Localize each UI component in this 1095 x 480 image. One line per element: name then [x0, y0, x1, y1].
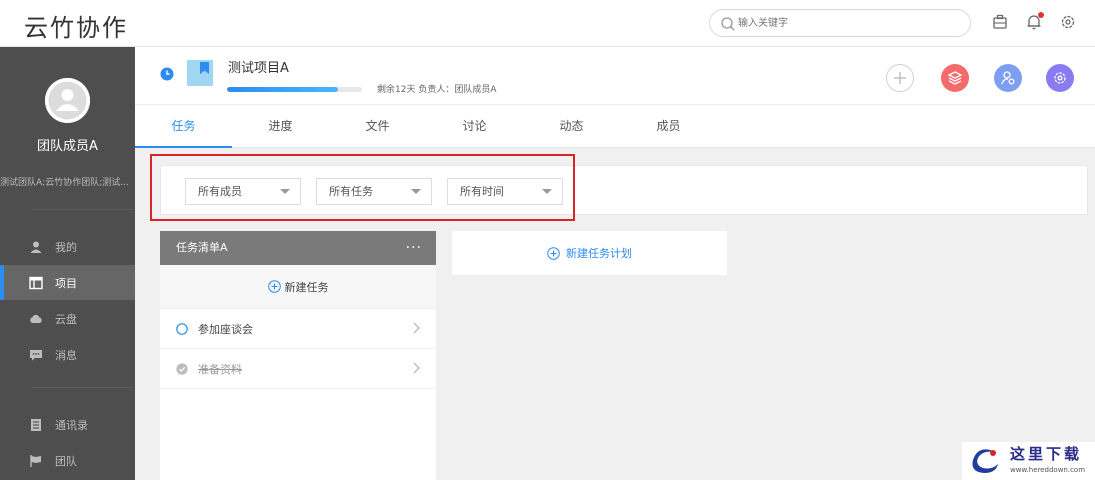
sidebar-item-mine[interactable]: 我的: [0, 229, 135, 264]
sidebar-item-cloud[interactable]: 云盘: [0, 301, 135, 336]
project-thumbnail: [187, 60, 213, 86]
project-progress-fill: [227, 87, 338, 92]
tab-activity[interactable]: 动态: [523, 105, 620, 148]
app-brand: 云竹协作: [24, 14, 128, 42]
project-icon: [29, 276, 43, 289]
sidebar-item-label: 团队: [55, 454, 77, 468]
project-tabs: 任务 进度 文件 讨论 动态 成员: [135, 104, 1095, 148]
watermark-url: www.hereddown.com: [1010, 466, 1086, 474]
tab-discussion[interactable]: 讨论: [426, 105, 523, 148]
tab-tasks[interactable]: 任务: [135, 105, 232, 148]
tab-members[interactable]: 成员: [620, 105, 717, 148]
new-task-button[interactable]: 新建任务: [160, 265, 436, 309]
sidebar-item-label: 通讯录: [55, 418, 88, 432]
tab-files[interactable]: 文件: [329, 105, 426, 148]
message-icon: [30, 349, 42, 360]
sidebar-divider: [32, 387, 132, 388]
user-avatar-icon: [45, 78, 90, 123]
sidebar-item-contacts[interactable]: 通讯录: [0, 407, 135, 442]
sidebar-item-label: 项目: [55, 276, 77, 290]
gear-icon[interactable]: [1057, 11, 1079, 33]
layers-icon: [947, 71, 963, 85]
user-gear-icon: [1001, 71, 1015, 85]
swirl-logo-icon: [972, 449, 998, 473]
watermark-text: 这里下载: [1010, 445, 1083, 463]
sidebar-item-label: 消息: [55, 348, 77, 362]
new-task-plan-label: 新建任务计划: [566, 247, 632, 260]
task-list-header: 任务清单A ···: [160, 231, 436, 265]
plus-circle-icon: [267, 280, 281, 293]
task-list-column: 任务清单A ··· 新建任务 参加座谈会 准备资料: [160, 231, 436, 480]
plus-icon: [894, 72, 906, 84]
bell-icon[interactable]: [1023, 11, 1045, 33]
contacts-icon: [31, 418, 41, 431]
chevron-right-icon: [413, 322, 420, 334]
add-button[interactable]: [886, 64, 914, 92]
annotation-highlight-box: [150, 154, 575, 221]
task-label: 参加座谈会: [198, 322, 253, 336]
plus-circle-icon: [547, 246, 560, 260]
project-title[interactable]: 测试项目A: [228, 57, 289, 76]
checked-icon[interactable]: [176, 362, 188, 375]
watermark-logo: 这里下载 www.hereddown.com: [962, 442, 1095, 480]
flag-icon: [30, 454, 41, 467]
user-icon: [30, 241, 42, 253]
project-settings-button[interactable]: [1046, 64, 1074, 92]
bookmark-icon: [200, 62, 209, 74]
sidebar-item-label: 我的: [55, 240, 77, 254]
search-icon: [721, 17, 735, 31]
search-input[interactable]: [738, 14, 958, 32]
search-box[interactable]: [709, 9, 971, 37]
user-teams: 测试团队A;云竹协作团队;测试...: [0, 178, 129, 188]
more-menu-icon[interactable]: ···: [406, 231, 422, 265]
sidebar-item-label: 云盘: [55, 312, 77, 326]
sidebar-item-team[interactable]: 团队: [0, 443, 135, 478]
sidebar-item-project[interactable]: 项目: [0, 265, 135, 300]
layers-button[interactable]: [941, 64, 969, 92]
new-task-plan-button[interactable]: 新建任务计划: [452, 231, 727, 275]
checkbox-icon[interactable]: [176, 322, 188, 335]
avatar[interactable]: [45, 78, 90, 123]
settings-icon: [1054, 72, 1066, 84]
notification-dot: [1038, 12, 1044, 18]
sidebar-item-message[interactable]: 消息: [0, 337, 135, 372]
user-name: 团队成员A: [37, 139, 98, 154]
task-label: 准备资料: [198, 362, 242, 376]
project-meta: 剩余12天 负责人：团队成员A: [377, 85, 497, 95]
cloud-icon: [30, 314, 42, 323]
task-row[interactable]: 准备资料: [160, 349, 436, 389]
top-bar: 云竹协作: [0, 0, 1095, 47]
sidebar-divider: [32, 209, 132, 210]
task-row[interactable]: 参加座谈会: [160, 309, 436, 349]
member-settings-button[interactable]: [994, 64, 1022, 92]
briefcase-icon[interactable]: [989, 11, 1011, 33]
project-progress-bar: [227, 87, 362, 92]
new-task-label: 新建任务: [284, 280, 329, 294]
clock-icon: [160, 67, 174, 81]
sidebar: 团队成员A 测试团队A;云竹协作团队;测试... 我的 项目 云盘 消息 通讯录…: [0, 47, 135, 480]
chevron-right-icon: [413, 362, 420, 374]
tab-progress[interactable]: 进度: [232, 105, 329, 148]
project-header: 测试项目A 剩余12天 负责人：团队成员A: [135, 47, 1095, 104]
task-list-title: 任务清单A: [176, 241, 228, 254]
